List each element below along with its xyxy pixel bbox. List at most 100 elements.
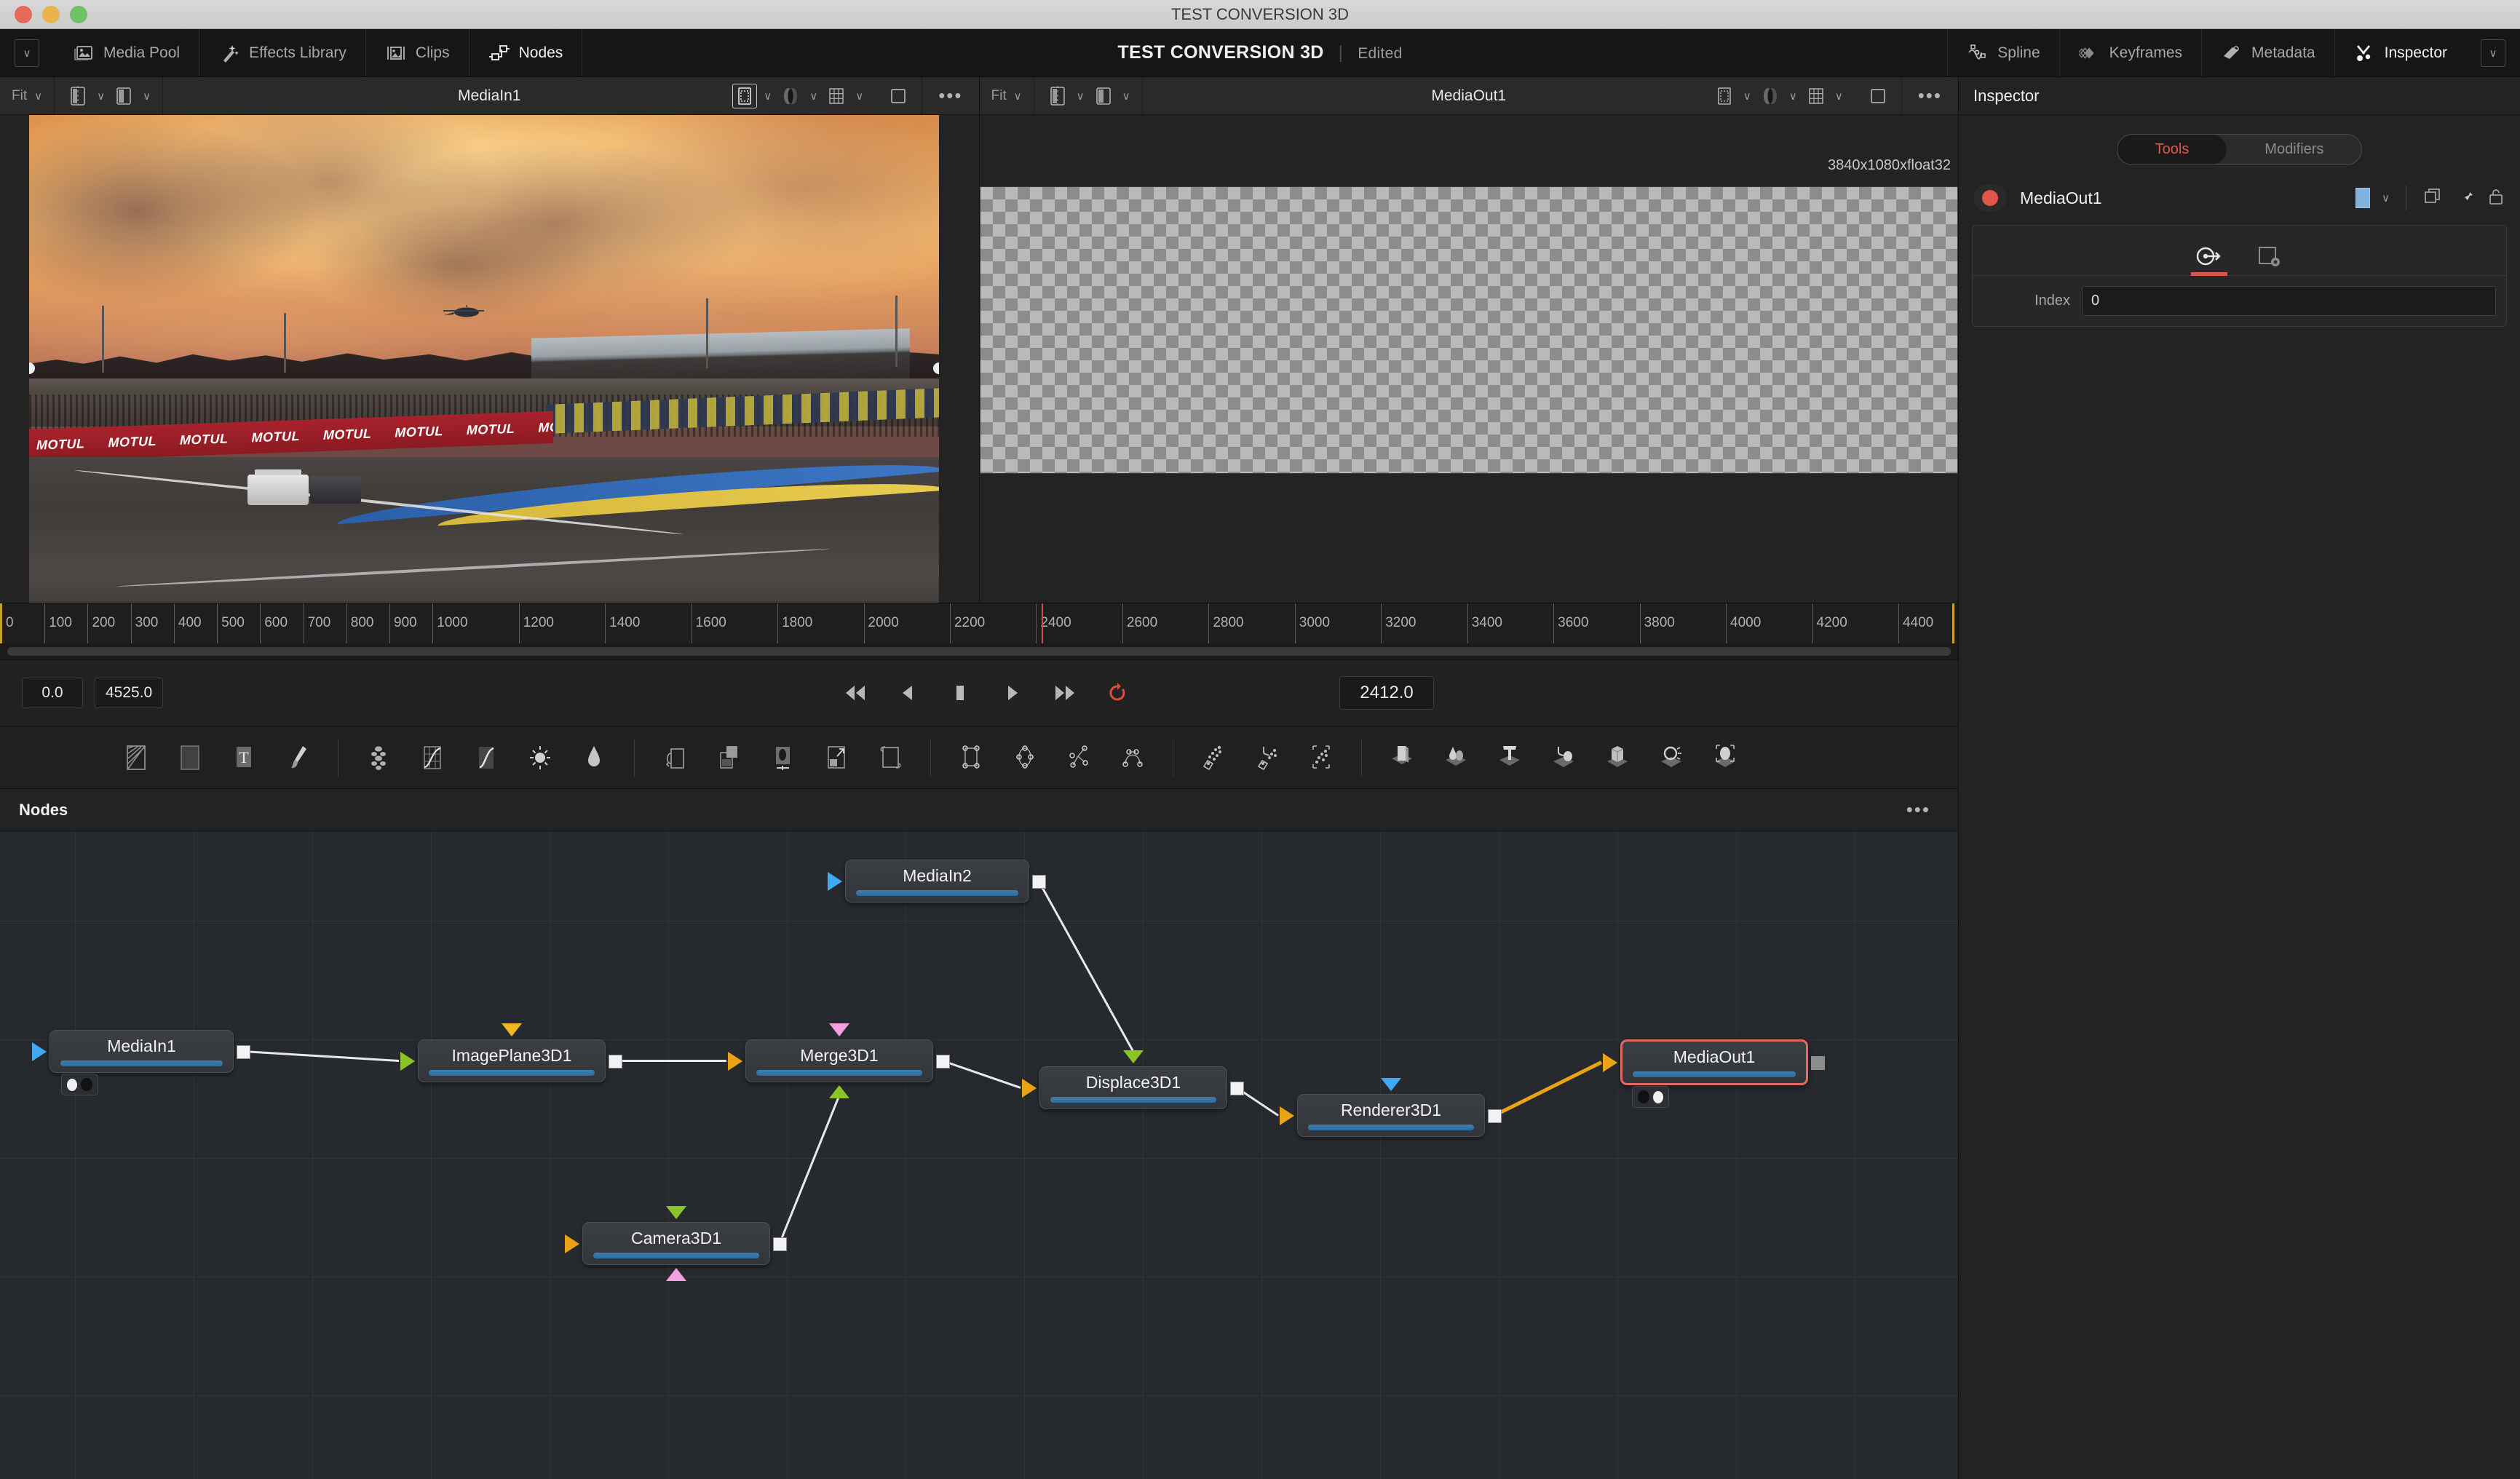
jump-to-end-button[interactable] [1050, 678, 1079, 707]
renderer3d-tool-icon[interactable] [1698, 736, 1752, 780]
common-settings-icon[interactable] [2248, 237, 2293, 275]
viewer-right-fit-group[interactable]: Fit ∨ [980, 77, 1034, 114]
viewer-right-tools[interactable]: ∨ ∨ ∨ [1701, 77, 1855, 114]
chevron-down-icon[interactable]: ∨ [97, 90, 105, 103]
node-top-port-camera3d1[interactable] [666, 1206, 686, 1219]
roi-icon[interactable] [732, 83, 758, 108]
node-input-port-mediain2[interactable] [828, 871, 842, 891]
viewer-right-aspect-group[interactable] [1855, 77, 1902, 114]
ab-compare-icon[interactable] [112, 84, 135, 108]
loop-button[interactable] [1103, 678, 1132, 707]
split-wipe-icon[interactable] [66, 84, 90, 108]
ellipse-mask-tool-icon[interactable] [998, 736, 1052, 780]
node-mediain1[interactable]: MediaIn1 [49, 1030, 234, 1074]
out-point-field[interactable]: 4525.0 [95, 678, 164, 708]
viewer1-toggle-icon[interactable] [1638, 1090, 1649, 1103]
node-top-port-imageplane3d1[interactable] [502, 1023, 522, 1036]
color-management-icon[interactable] [779, 84, 802, 108]
node-imageplane3d1[interactable]: ImagePlane3D1 [418, 1039, 606, 1083]
duplicate-icon[interactable] [2422, 186, 2443, 210]
play-button[interactable] [998, 678, 1027, 707]
node-input-port-renderer3d1[interactable] [1280, 1106, 1294, 1125]
tab-tools[interactable]: Tools [2117, 135, 2227, 164]
toolbar-item-media-pool[interactable]: Media Pool [54, 29, 200, 76]
chevron-down-icon[interactable]: ∨ [1743, 90, 1751, 103]
chevron-down-icon[interactable]: ∨ [143, 90, 151, 103]
current-frame-field[interactable]: 2412.0 [1339, 676, 1434, 710]
timeline-scrollbar[interactable] [0, 643, 1958, 659]
dissolve-tool-icon[interactable] [702, 736, 756, 780]
blur-tool-icon[interactable] [352, 736, 405, 780]
paint-tool-icon[interactable] [271, 736, 325, 780]
pin-icon[interactable] [2454, 186, 2475, 210]
node-output-port-renderer3d1[interactable] [1488, 1109, 1502, 1123]
viewer2-toggle-icon[interactable] [1653, 1090, 1663, 1103]
node-enable-toggle[interactable] [1973, 184, 2007, 212]
toolbar-item-nodes[interactable]: Nodes [469, 29, 583, 76]
node-mediaout1[interactable]: MediaOut1 [1620, 1039, 1808, 1086]
aspect-ratio-icon[interactable] [887, 84, 910, 108]
chevron-down-icon[interactable]: ∨ [1014, 90, 1022, 103]
node-top-port-renderer3d1[interactable] [1381, 1078, 1401, 1091]
step-back-button[interactable] [893, 678, 922, 707]
viewer-left-tools[interactable]: ∨ ∨ ∨ [721, 77, 875, 114]
node-bottom-port-merge3d1[interactable] [829, 1085, 849, 1098]
fit-label[interactable]: Fit [991, 88, 1007, 104]
lock-icon[interactable] [2487, 186, 2505, 210]
node-merge3d1[interactable]: Merge3D1 [745, 1039, 933, 1083]
chevron-down-icon[interactable]: ∨ [1122, 90, 1130, 103]
toolbar-item-clips[interactable]: Clips [366, 29, 469, 76]
background-tool-icon[interactable] [109, 736, 163, 780]
roi-icon[interactable] [1713, 84, 1736, 108]
bspline-mask-tool-icon[interactable] [1106, 736, 1160, 780]
text3d-tool-icon[interactable] [1483, 736, 1537, 780]
matte-control-tool-icon[interactable] [756, 736, 809, 780]
node-mediain2[interactable]: MediaIn2 [845, 860, 1029, 903]
node-displace3d1[interactable]: Displace3D1 [1039, 1066, 1227, 1110]
node-input-port-mediain1[interactable] [32, 1042, 47, 1061]
chevron-down-icon[interactable]: ∨ [1077, 90, 1085, 103]
chevron-down-icon[interactable]: ∨ [855, 90, 863, 103]
viewer-left-split-group[interactable]: ∨ ∨ [55, 77, 164, 114]
camera3d-tool-icon[interactable] [1644, 736, 1698, 780]
aspect-ratio-icon[interactable] [1866, 84, 1890, 108]
viewer-right-split-group[interactable]: ∨ ∨ [1034, 77, 1143, 114]
index-input[interactable]: 0 [2082, 286, 2496, 316]
toolbar-item-metadata[interactable]: Metadata [2201, 29, 2334, 76]
timeline-ruler[interactable]: 0 100 200 300 400 500 600 700 800 900 1000 1200 1400… [0, 603, 1958, 643]
node-bottom-port-camera3d1[interactable] [666, 1268, 686, 1281]
node-viewer-toggles-mediaout1[interactable] [1632, 1086, 1669, 1108]
merge-tool-icon[interactable] [648, 736, 702, 780]
node-output-port-mediaout1[interactable] [1811, 1055, 1825, 1070]
brightness-contrast-curve-tool-icon[interactable] [459, 736, 513, 780]
playhead[interactable] [1041, 603, 1043, 643]
node-input-port-displace3d1[interactable] [1022, 1078, 1037, 1098]
nodes-panel-more-icon[interactable]: ••• [1890, 798, 1946, 821]
toolbar-item-keyframes[interactable]: Keyframes [2059, 29, 2201, 76]
tab-modifiers[interactable]: Modifiers [2227, 135, 2361, 164]
viewer-left-canvas[interactable]: MOTUL MOTUL MOTUL MOTUL MOTUL MOTUL MOTU… [0, 115, 979, 603]
panel-chevron-icon[interactable]: ∨ [15, 39, 39, 67]
grid-overlay-icon[interactable] [1804, 84, 1828, 108]
chevron-down-icon[interactable]: ∨ [2382, 191, 2390, 205]
fit-label[interactable]: Fit [12, 88, 27, 104]
viewer-right-more-icon[interactable]: ••• [1902, 84, 1958, 107]
node-renderer3d1[interactable]: Renderer3D1 [1297, 1094, 1485, 1138]
viewer2-toggle-icon[interactable] [81, 1078, 92, 1091]
stop-button[interactable] [946, 678, 975, 707]
node-output-port-mediain2[interactable] [1032, 874, 1046, 889]
chevron-down-icon[interactable]: ∨ [809, 90, 817, 103]
text-plus-tool-icon[interactable]: T [217, 736, 271, 780]
split-wipe-icon[interactable] [1046, 84, 1069, 108]
viewer1-toggle-icon[interactable] [67, 1078, 77, 1091]
node-input-port-mediaout1[interactable] [1603, 1052, 1617, 1072]
color-swatch[interactable] [2355, 188, 2371, 208]
scrollbar-thumb[interactable] [7, 647, 1951, 656]
in-point-field[interactable]: 0.0 [22, 678, 83, 708]
node-graph-canvas[interactable]: MediaIn1 ImagePlane3D1 MediaIn2 Merge3D1 Dis… [0, 831, 1958, 1479]
imageplane3d-tool-icon[interactable] [1375, 736, 1429, 780]
range-start-marker[interactable] [0, 603, 2, 643]
tools-modifiers-toggle[interactable]: Tools Modifiers [2116, 134, 2363, 165]
particle-spawn-tool-icon[interactable] [1240, 736, 1294, 780]
node-top-port-merge3d1[interactable] [829, 1023, 849, 1036]
